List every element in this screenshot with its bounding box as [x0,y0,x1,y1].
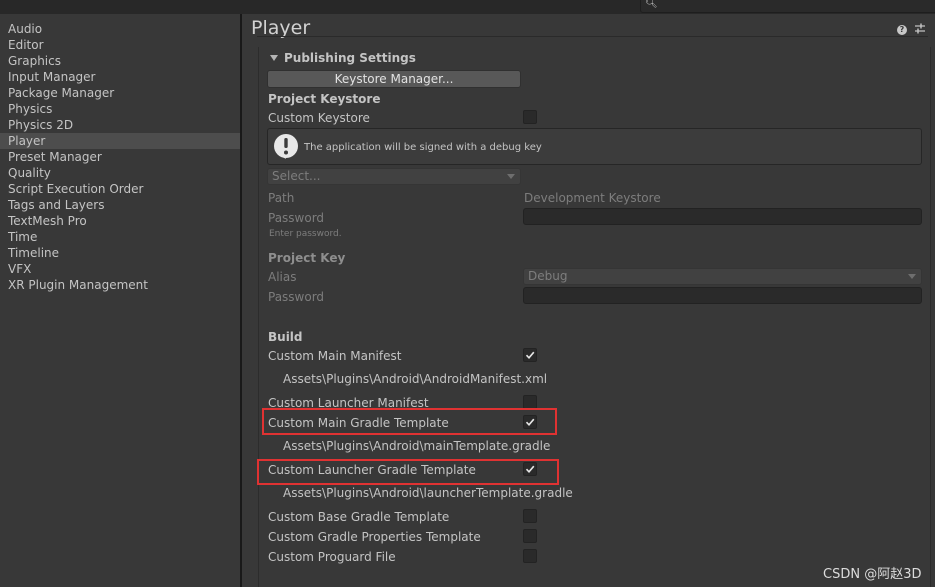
sidebar-item-physics[interactable]: Physics [0,101,240,117]
debug-key-message: The application will be signed with a de… [304,142,542,153]
sidebar-item-preset-manager[interactable]: Preset Manager [0,149,240,165]
keystore-select-value: Select... [272,169,321,183]
custom-base-gradle-checkbox[interactable] [523,509,537,523]
sidebar-item-quality[interactable]: Quality [0,165,240,181]
path-label: Path [268,191,295,205]
chevron-down-icon [908,274,916,279]
custom-launcher-manifest-checkbox[interactable] [523,395,537,409]
key-password-field[interactable] [523,287,922,304]
alias-dropdown[interactable]: Debug [523,268,922,285]
sidebar-item-timeline[interactable]: Timeline [0,245,240,261]
custom-keystore-label: Custom Keystore [268,111,370,125]
custom-gradle-properties-label: Custom Gradle Properties Template [268,530,481,544]
launcher-gradle-path: Assets\Plugins\Android\launcherTemplate.… [283,486,573,500]
alias-label: Alias [268,270,297,284]
search-field[interactable]: 🔍︎ [640,0,935,13]
custom-proguard-label: Custom Proguard File [268,550,396,564]
debug-key-info-box: The application will be signed with a de… [267,128,922,165]
key-password-label: Password [268,290,325,304]
foldout-arrow-icon [270,55,278,61]
sidebar-item-time[interactable]: Time [0,229,240,245]
sidebar-item-tags-and-layers[interactable]: Tags and Layers [0,197,240,213]
password-label: Password [268,211,325,225]
search-icon: 🔍︎ [645,0,658,9]
path-value: Development Keystore [524,191,661,205]
alias-value: Debug [528,269,568,283]
settings-sliders-icon[interactable] [914,23,926,35]
custom-proguard-checkbox[interactable] [523,549,537,563]
section-divider [257,36,928,37]
sidebar-item-editor[interactable]: Editor [0,37,240,53]
highlight-box-main-gradle [262,408,557,435]
sidebar-item-xr-plugin-management[interactable]: XR Plugin Management [0,277,240,293]
custom-main-manifest-checkbox[interactable] [523,348,537,362]
watermark: CSDN @阿赵3D [823,567,922,582]
keystore-select-dropdown[interactable]: Select... [267,168,521,185]
player-settings-panel: Player ? Publishing Settings Keystore Ma… [242,14,935,587]
sidebar-item-player[interactable]: Player [0,133,240,149]
project-key-header: Project Key [268,251,346,265]
publishing-settings-title: Publishing Settings [284,51,416,65]
main-gradle-path: Assets\Plugins\Android\mainTemplate.grad… [283,439,551,453]
sidebar-item-vfx[interactable]: VFX [0,261,240,277]
sidebar-item-textmesh-pro[interactable]: TextMesh Pro [0,213,240,229]
sidebar-item-physics-2d[interactable]: Physics 2D [0,117,240,133]
project-settings-sidebar: Audio Editor Graphics Input Manager Pack… [0,14,241,587]
highlight-box-launcher-gradle [257,459,559,485]
keystore-password-field[interactable] [523,208,922,225]
sidebar-item-script-execution-order[interactable]: Script Execution Order [0,181,240,197]
chevron-down-icon [507,174,515,179]
help-icon[interactable]: ? [897,25,907,35]
custom-keystore-checkbox[interactable] [523,110,537,124]
sidebar-item-input-manager[interactable]: Input Manager [0,69,240,85]
password-hint: Enter password. [269,229,342,239]
custom-base-gradle-label: Custom Base Gradle Template [268,510,450,524]
build-header: Build [268,330,303,344]
keystore-manager-button[interactable]: Keystore Manager... [267,70,521,88]
main-manifest-path: Assets\Plugins\Android\AndroidManifest.x… [283,372,548,386]
project-keystore-header: Project Keystore [268,92,381,106]
sidebar-item-graphics[interactable]: Graphics [0,53,240,69]
warning-icon [274,134,298,159]
custom-main-manifest-label: Custom Main Manifest [268,349,402,363]
sidebar-item-package-manager[interactable]: Package Manager [0,85,240,101]
custom-gradle-properties-checkbox[interactable] [523,529,537,543]
sidebar-item-audio[interactable]: Audio [0,21,240,37]
checkmark-icon [525,351,535,359]
top-bar: 🔍︎ [0,0,935,14]
